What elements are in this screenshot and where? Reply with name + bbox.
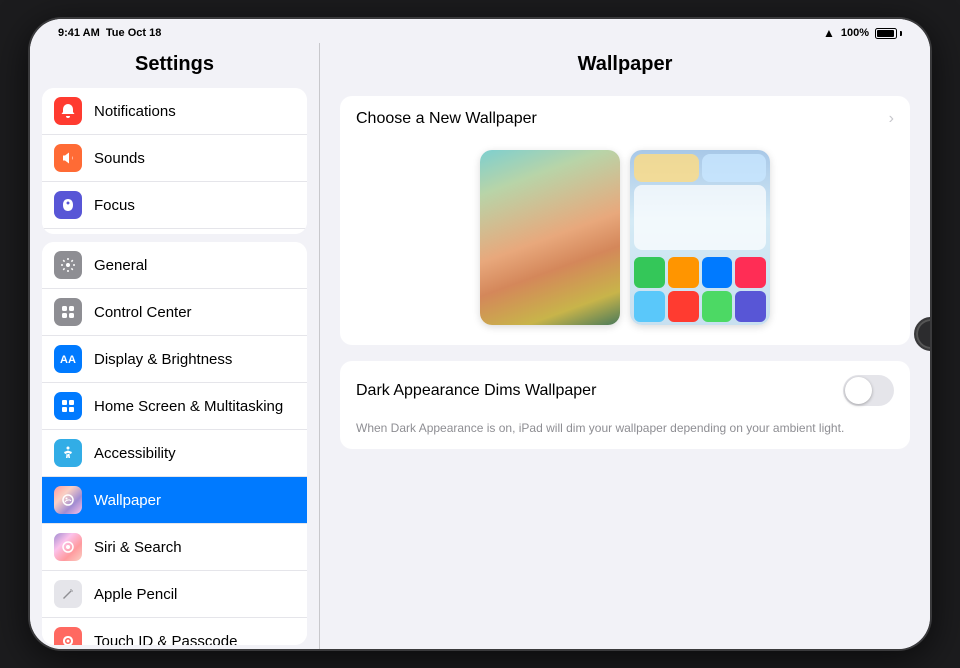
- sidebar-item-touch-id[interactable]: Touch ID & Passcode: [42, 618, 307, 645]
- apple-pencil-icon: [54, 580, 82, 608]
- sidebar-section-2: General Control Center AA Display & Brig…: [42, 242, 307, 645]
- choose-wallpaper-row[interactable]: Choose a New Wallpaper ›: [340, 96, 910, 142]
- choose-wallpaper-card: Choose a New Wallpaper ›: [340, 96, 910, 345]
- sidebar: Settings Notifications Sounds: [30, 43, 320, 649]
- focus-label: Focus: [94, 197, 135, 214]
- wallpaper-label: Wallpaper: [94, 492, 161, 509]
- status-time: 9:41 AM Tue Oct 18: [58, 27, 161, 39]
- battery-icon: [875, 28, 902, 39]
- sidebar-section-1: Notifications Sounds Focus: [42, 88, 307, 234]
- accessibility-icon: [54, 439, 82, 467]
- main-area: Settings Notifications Sounds: [30, 43, 930, 649]
- sidebar-item-focus[interactable]: Focus: [42, 182, 307, 229]
- dark-appearance-row: Dark Appearance Dims Wallpaper: [340, 361, 910, 420]
- wallpaper-previews: [340, 142, 910, 345]
- home-screen-preview[interactable]: [630, 150, 770, 325]
- svg-text:AA: AA: [60, 354, 76, 366]
- sidebar-item-siri[interactable]: Siri & Search: [42, 524, 307, 571]
- dark-appearance-card: Dark Appearance Dims Wallpaper When Dark…: [340, 361, 910, 449]
- dark-appearance-description: When Dark Appearance is on, iPad will di…: [340, 420, 910, 449]
- sidebar-item-wallpaper[interactable]: Wallpaper: [42, 477, 307, 524]
- sidebar-item-display[interactable]: AA Display & Brightness: [42, 336, 307, 383]
- siri-icon: [54, 533, 82, 561]
- focus-icon: [54, 191, 82, 219]
- control-center-label: Control Center: [94, 304, 192, 321]
- home-screen-icon: [54, 392, 82, 420]
- dark-appearance-toggle[interactable]: [843, 375, 894, 406]
- choose-wallpaper-label: Choose a New Wallpaper: [356, 110, 537, 128]
- home-screen-label: Home Screen & Multitasking: [94, 398, 283, 415]
- battery-percent: 100%: [841, 27, 869, 39]
- content-title: Wallpaper: [320, 43, 930, 84]
- content-body: Choose a New Wallpaper ›: [320, 84, 930, 649]
- chevron-right-icon: ›: [889, 110, 894, 128]
- status-bar: 9:41 AM Tue Oct 18 ▲ 100%: [30, 19, 930, 43]
- lock-screen-preview[interactable]: [480, 150, 620, 325]
- status-right: ▲ 100%: [823, 26, 902, 40]
- sidebar-item-home-screen[interactable]: Home Screen & Multitasking: [42, 383, 307, 430]
- general-icon: [54, 251, 82, 279]
- sidebar-item-apple-pencil[interactable]: Apple Pencil: [42, 571, 307, 618]
- display-icon: AA: [54, 345, 82, 373]
- control-center-icon: [54, 298, 82, 326]
- apple-pencil-label: Apple Pencil: [94, 586, 177, 603]
- sounds-icon: [54, 144, 82, 172]
- sidebar-item-general[interactable]: General: [42, 242, 307, 289]
- wallpaper-icon: [54, 486, 82, 514]
- touch-id-label: Touch ID & Passcode: [94, 633, 237, 645]
- sidebar-item-sounds[interactable]: Sounds: [42, 135, 307, 182]
- ipad-frame: 9:41 AM Tue Oct 18 ▲ 100% Settings: [30, 19, 930, 649]
- sidebar-item-screen-time[interactable]: Screen Time: [42, 229, 307, 234]
- sidebar-item-control-center[interactable]: Control Center: [42, 289, 307, 336]
- accessibility-label: Accessibility: [94, 445, 176, 462]
- display-label: Display & Brightness: [94, 351, 232, 368]
- notifications-icon: [54, 97, 82, 125]
- content-area: Wallpaper Choose a New Wallpaper ›: [320, 43, 930, 649]
- sidebar-item-accessibility[interactable]: Accessibility: [42, 430, 307, 477]
- sounds-label: Sounds: [94, 150, 145, 167]
- general-label: General: [94, 257, 147, 274]
- wifi-icon: ▲: [823, 26, 835, 40]
- siri-label: Siri & Search: [94, 539, 182, 556]
- notifications-label: Notifications: [94, 103, 176, 120]
- touch-id-icon: [54, 627, 82, 645]
- sidebar-title: Settings: [30, 43, 319, 84]
- dark-appearance-label: Dark Appearance Dims Wallpaper: [356, 382, 596, 400]
- sidebar-item-notifications[interactable]: Notifications: [42, 88, 307, 135]
- toggle-knob: [845, 377, 872, 404]
